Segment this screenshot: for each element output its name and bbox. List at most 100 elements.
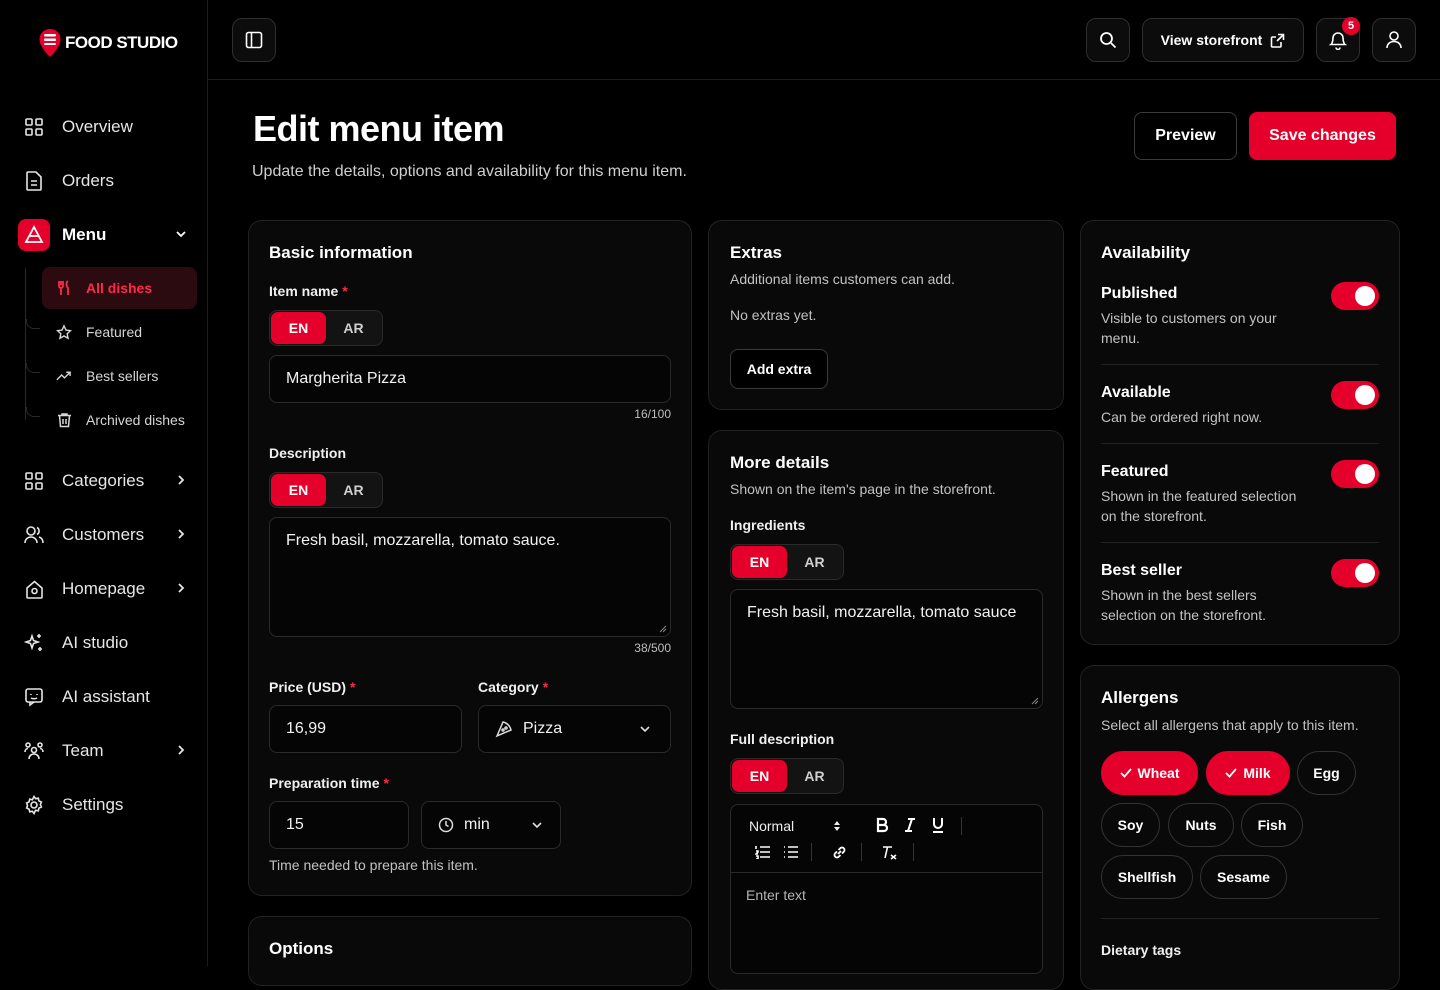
lang-ar-tab[interactable]: AR (326, 312, 381, 344)
utensils-icon (56, 280, 72, 296)
ingredients-textarea[interactable]: Fresh basil, mozzarella, tomato sauce (730, 589, 1043, 709)
grid-icon (18, 465, 50, 497)
allergen-chip-fish[interactable]: Fish (1241, 803, 1303, 847)
sidebar-item-overview[interactable]: Overview (18, 109, 190, 145)
item-name-label: Item name * (269, 283, 348, 299)
published-desc-line2: menu. (1101, 330, 1140, 346)
toggle-sidebar-button[interactable] (232, 18, 276, 62)
sidebar-item-team[interactable]: Team (18, 733, 190, 769)
sidebar-item-label: Menu (62, 225, 107, 244)
best-seller-toggle[interactable] (1331, 559, 1379, 587)
options-card: Options (248, 916, 692, 986)
toggle-knob (1355, 385, 1375, 405)
lang-en-tab[interactable]: EN (271, 312, 326, 344)
search-button[interactable] (1086, 18, 1130, 62)
lang-en-tab[interactable]: EN (732, 760, 787, 792)
toolbar-divider (861, 843, 862, 861)
view-storefront-button[interactable]: View storefront (1142, 18, 1304, 62)
description-language-switch: EN AR (269, 472, 383, 508)
sidebar-item-settings[interactable]: Settings (18, 787, 190, 823)
available-toggle[interactable] (1331, 381, 1379, 409)
category-select[interactable]: Pizza (478, 705, 671, 753)
lang-en-tab[interactable]: EN (732, 546, 787, 578)
sidebar-item-label: AI studio (62, 633, 129, 652)
check-icon (1119, 768, 1132, 778)
preview-button[interactable]: Preview (1134, 112, 1237, 160)
ingredients-label: Ingredients (730, 517, 806, 533)
allergens-card: Allergens Select all allergens that appl… (1080, 665, 1400, 990)
price-input[interactable]: 16,99 (269, 705, 462, 753)
allergen-chip-shellfish[interactable]: Shellfish (1101, 855, 1193, 899)
sidebar-item-label: Team (62, 741, 104, 760)
category-value: Pizza (523, 720, 563, 737)
resize-handle-icon[interactable] (659, 625, 667, 633)
ordered-list-icon[interactable] (755, 845, 770, 859)
home-icon (18, 573, 50, 605)
format-select-value: Normal (749, 818, 795, 834)
allergen-chip-egg[interactable]: Egg (1297, 751, 1356, 795)
link-icon[interactable] (832, 845, 847, 860)
toolbar-divider (811, 843, 812, 861)
external-link-icon (1271, 33, 1285, 48)
underline-icon[interactable] (931, 817, 945, 833)
save-changes-button[interactable]: Save changes (1249, 112, 1396, 160)
brand-logo[interactable]: FOOD STUDIO (38, 28, 178, 58)
allergen-chip-milk[interactable]: Milk (1206, 751, 1290, 795)
allergen-chip-wheat[interactable]: Wheat (1101, 751, 1198, 795)
more-details-subtitle: Shown on the item's page in the storefro… (730, 481, 996, 497)
best-seller-desc-line2: selection on the storefront. (1101, 607, 1266, 623)
sidebar-item-ai-studio[interactable]: AI studio (18, 625, 190, 661)
bold-icon[interactable] (875, 817, 889, 833)
submenu-item-best-sellers[interactable]: Best sellers (42, 355, 197, 397)
allergen-chip-nuts[interactable]: Nuts (1168, 803, 1234, 847)
sidebar-item-ai-assistant[interactable]: AI assistant (18, 679, 190, 715)
lang-ar-tab[interactable]: AR (326, 474, 381, 506)
submenu-item-label: Featured (86, 324, 143, 340)
submenu-item-featured[interactable]: Featured (42, 311, 197, 353)
format-select[interactable]: Normal (749, 817, 841, 835)
location-pin-icon (39, 29, 61, 57)
sort-arrows-icon (834, 821, 840, 831)
basic-information-card: Basic information Item name * EN AR Margh… (248, 220, 692, 896)
sidebar-item-menu[interactable]: Menu (18, 217, 190, 253)
lang-en-tab[interactable]: EN (271, 474, 326, 506)
notifications-button[interactable]: 5 (1316, 17, 1360, 62)
sidebar-item-label: Overview (62, 117, 133, 136)
resize-handle-icon[interactable] (1031, 697, 1039, 705)
lang-ar-tab[interactable]: AR (787, 760, 842, 792)
topbar: View storefront 5 (208, 0, 1440, 80)
sidebar-item-homepage[interactable]: Homepage (18, 571, 190, 607)
sidebar-item-categories[interactable]: Categories (18, 463, 190, 499)
best-seller-title: Best seller (1101, 562, 1182, 579)
editor-placeholder[interactable]: Enter text (746, 887, 806, 903)
description-textarea[interactable]: Fresh basil, mozzarella, tomato sauce. (269, 517, 671, 637)
featured-toggle[interactable] (1331, 460, 1379, 488)
submenu-item-archived[interactable]: Archived dishes (42, 399, 197, 441)
prep-unit-select[interactable]: min (421, 801, 561, 849)
allergen-chip-soy[interactable]: Soy (1101, 803, 1160, 847)
submenu-branch (26, 407, 40, 417)
clear-formatting-icon[interactable] (881, 845, 897, 860)
item-name-input[interactable]: Margherita Pizza (269, 355, 671, 403)
grid-icon (18, 111, 50, 143)
card-title: Allergens (1101, 688, 1179, 707)
lang-ar-tab[interactable]: AR (787, 546, 842, 578)
italic-icon[interactable] (903, 817, 917, 833)
sidebar-item-label: Categories (62, 471, 145, 490)
toggle-knob (1355, 464, 1375, 484)
required-mark: * (350, 679, 356, 695)
sidebar-item-label: Orders (62, 171, 114, 190)
bullet-list-icon[interactable] (783, 845, 798, 859)
published-toggle[interactable] (1331, 282, 1379, 310)
prep-time-input[interactable]: 15 (269, 801, 409, 849)
dietary-tags-label: Dietary tags (1101, 942, 1182, 958)
add-extra-button[interactable]: Add extra (730, 349, 828, 389)
card-title: Extras (730, 243, 782, 262)
submenu-item-all-dishes[interactable]: All dishes (42, 267, 197, 309)
profile-button[interactable] (1372, 18, 1416, 62)
submenu-branch (26, 363, 40, 373)
sidebar-item-orders[interactable]: Orders (18, 163, 190, 199)
allergen-chip-sesame[interactable]: Sesame (1200, 855, 1287, 899)
sidebar-item-customers[interactable]: Customers (18, 517, 190, 553)
clock-icon (438, 817, 454, 833)
